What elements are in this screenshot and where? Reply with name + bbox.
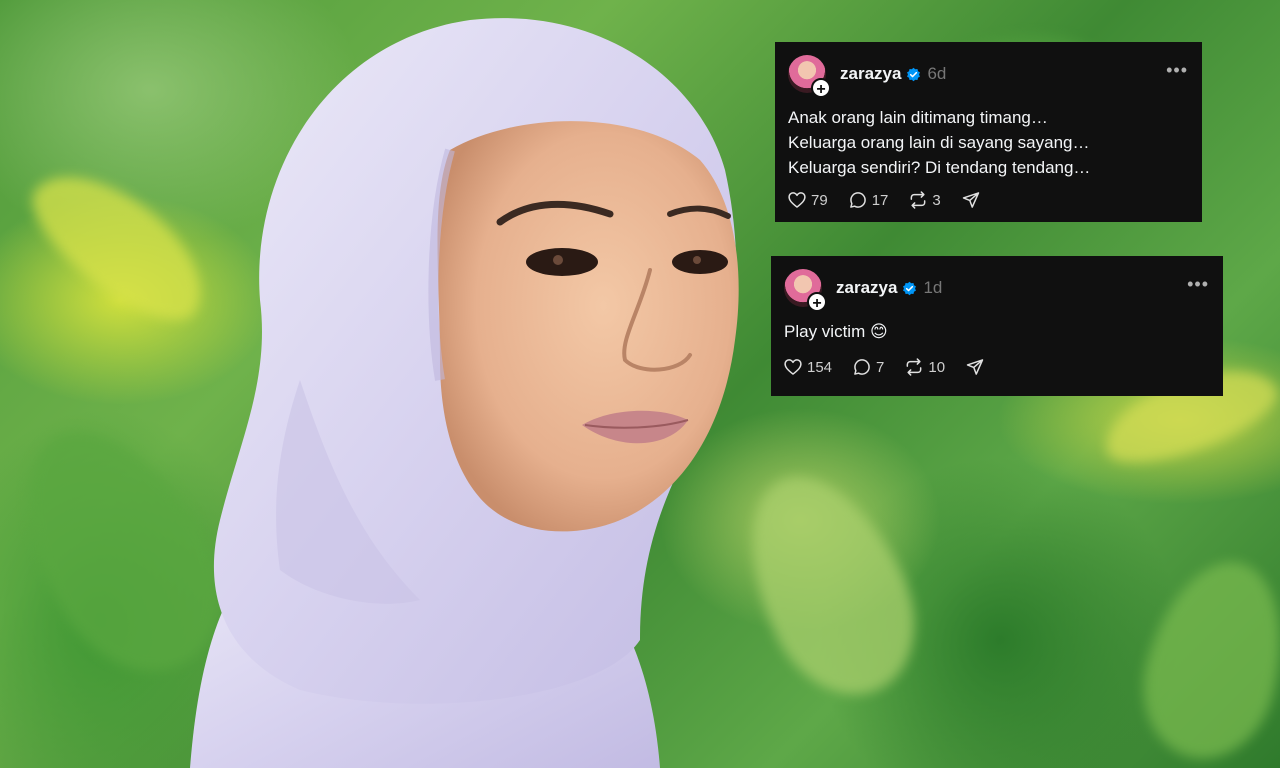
like-button[interactable]: 154 <box>783 357 832 377</box>
post-header: zarazya 1d <box>836 278 942 298</box>
repost-count: 3 <box>932 191 941 209</box>
post-actions: 79 17 3 <box>787 190 1001 210</box>
post-line: Anak orang lain ditimang timang… <box>788 108 1048 127</box>
repost-button[interactable]: 3 <box>908 190 941 210</box>
post-line: Keluarga orang lain di sayang sayang… <box>788 133 1090 152</box>
thread-post: + zarazya 1d ••• Play victim 😊 154 7 10 <box>771 256 1223 396</box>
username[interactable]: zarazya <box>836 278 897 298</box>
more-options-icon[interactable]: ••• <box>1187 274 1209 295</box>
background-photo: + zarazya 6d ••• Anak orang lain ditiman… <box>0 0 1280 768</box>
share-button[interactable] <box>961 190 981 210</box>
post-actions: 154 7 10 <box>783 357 1005 377</box>
plus-icon[interactable]: + <box>807 292 827 312</box>
heart-icon <box>784 359 802 375</box>
like-count: 154 <box>807 358 833 376</box>
repost-arrows-icon <box>910 191 926 209</box>
reply-count: 17 <box>871 191 889 209</box>
speech-bubble-icon <box>849 192 866 208</box>
reply-button[interactable]: 7 <box>852 357 884 377</box>
post-line: Keluarga sendiri? Di tendang tendang… <box>788 158 1091 177</box>
post-text: Anak orang lain ditimang timang… Keluarg… <box>788 105 1090 180</box>
username[interactable]: zarazya <box>840 64 901 84</box>
plus-icon[interactable]: + <box>811 78 831 98</box>
speech-bubble-icon <box>854 359 870 375</box>
reply-button[interactable]: 17 <box>848 190 889 210</box>
post-line: Play victim 😊 <box>784 322 888 341</box>
thread-post: + zarazya 6d ••• Anak orang lain ditiman… <box>775 42 1202 222</box>
paper-plane-icon <box>966 359 984 375</box>
share-button[interactable] <box>965 357 985 377</box>
reply-count: 7 <box>876 358 885 376</box>
heart-icon <box>788 192 806 208</box>
repost-count: 10 <box>928 358 946 376</box>
post-time: 6d <box>927 64 947 83</box>
repost-arrows-icon <box>906 358 922 376</box>
post-time: 1d <box>923 278 943 297</box>
post-text: Play victim 😊 <box>784 319 888 344</box>
verified-badge-icon <box>903 281 917 295</box>
repost-button[interactable]: 10 <box>904 357 945 377</box>
like-count: 79 <box>811 191 828 209</box>
post-header: zarazya 6d <box>840 64 946 84</box>
more-options-icon[interactable]: ••• <box>1166 60 1188 81</box>
verified-badge-icon <box>907 67 921 81</box>
like-button[interactable]: 79 <box>787 190 828 210</box>
paper-plane-icon <box>962 192 979 208</box>
